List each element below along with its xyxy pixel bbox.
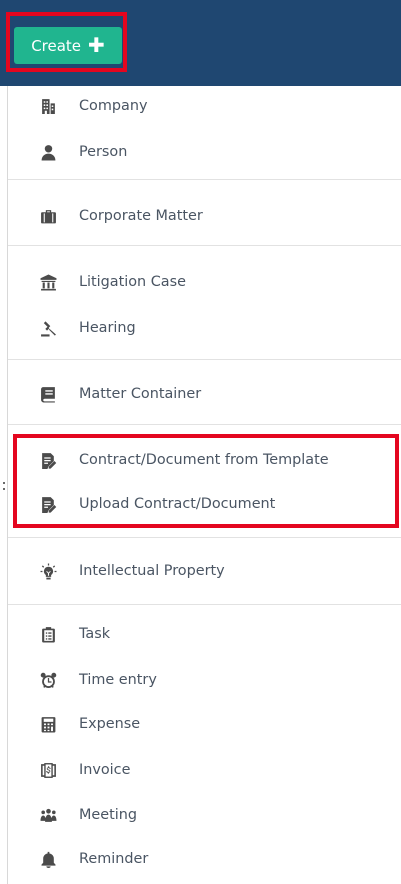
colon-mark [3,482,5,492]
menu-divider [8,424,401,425]
menu-item-upload-contract-label: Upload Contract/Document [79,496,276,512]
building-icon [39,97,57,115]
edit-document-icon [39,451,57,469]
menu-item-person-label: Person [79,144,128,160]
menu-item-expense-label: Expense [79,716,141,732]
menu-item-expense[interactable]: Expense [8,704,401,744]
edit-document-icon [39,495,57,513]
menu-item-contract-from-template-label: Contract/Document from Template [79,452,329,468]
courthouse-icon [39,273,57,291]
gavel-icon [39,319,57,337]
menu-item-meeting-label: Meeting [79,807,138,823]
alarm-clock-icon [39,671,57,689]
menu-item-reminder-label: Reminder [79,851,149,867]
menu-divider [8,604,401,605]
menu-item-intellectual-property[interactable]: Intellectual Property [8,551,401,591]
bell-icon [39,850,57,868]
menu-item-company[interactable]: Company [8,86,401,126]
menu-item-litigation-case-label: Litigation Case [79,274,186,290]
menu-item-matter-container[interactable]: Matter Container [8,374,401,414]
person-icon [39,143,57,161]
book-icon [39,385,57,403]
group-icon [39,806,57,824]
menu-item-contract-from-template[interactable]: Contract/Document from Template [8,440,401,480]
menu-item-hearing-label: Hearing [79,320,136,336]
menu-divider [8,359,401,360]
menu-item-intellectual-property-label: Intellectual Property [79,563,225,579]
create-dropdown-menu: Company Person Corporate Matter Litigati… [7,86,401,884]
menu-item-task[interactable]: Task [8,614,401,654]
menu-item-task-label: Task [79,626,111,642]
menu-item-litigation-case[interactable]: Litigation Case [8,262,401,302]
menu-item-reminder[interactable]: Reminder [8,839,401,879]
menu-item-meeting[interactable]: Meeting [8,795,401,835]
menu-item-invoice-label: Invoice [79,762,131,778]
top-bar: Create ✚ [0,0,401,86]
menu-item-time-entry-label: Time entry [79,672,157,688]
create-button-label: Create [31,36,82,55]
clipboard-icon [39,625,57,643]
lightbulb-icon [39,562,57,580]
invoice-icon [39,761,57,779]
menu-item-corporate-matter[interactable]: Corporate Matter [8,196,401,236]
menu-item-company-label: Company [79,98,148,114]
menu-divider [8,245,401,246]
briefcase-icon [39,207,57,225]
menu-item-corporate-matter-label: Corporate Matter [79,208,203,224]
menu-item-matter-container-label: Matter Container [79,386,202,402]
plus-icon: ✚ [88,32,105,57]
calculator-icon [39,715,57,733]
menu-item-person[interactable]: Person [8,132,401,172]
menu-divider [8,537,401,538]
menu-item-hearing[interactable]: Hearing [8,308,401,348]
menu-item-upload-contract[interactable]: Upload Contract/Document [8,484,401,524]
menu-divider [8,179,401,180]
create-button[interactable]: Create ✚ [14,27,122,64]
menu-item-time-entry[interactable]: Time entry [8,660,401,700]
menu-item-invoice[interactable]: Invoice [8,750,401,790]
